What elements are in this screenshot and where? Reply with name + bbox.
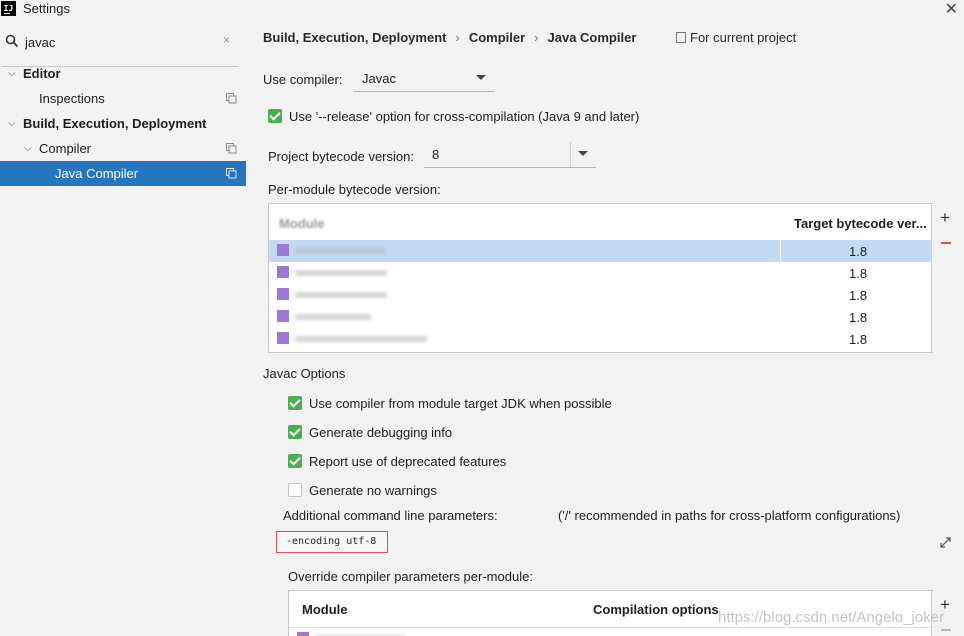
intellij-app-icon: IJ — [1, 1, 16, 16]
module-name — [295, 248, 385, 254]
sidebar-item-compiler[interactable]: ⌵ Compiler — [0, 136, 246, 161]
window-title: Settings — [23, 1, 70, 16]
table-row[interactable]: 1.8 — [269, 284, 932, 306]
use-compiler-value: Javac — [362, 71, 396, 86]
module-name — [295, 292, 387, 298]
chevron-down-icon[interactable]: ⌵ — [8, 111, 20, 136]
option-checkbox-deprecated[interactable] — [288, 454, 302, 468]
remove-icon[interactable] — [941, 629, 951, 631]
option-checkbox-module-jdk[interactable] — [288, 396, 302, 410]
column-divider — [780, 240, 781, 262]
module-icon — [277, 288, 289, 300]
option-label: Use compiler from module target JDK when… — [309, 396, 612, 411]
option-checkbox-no-warnings[interactable] — [288, 483, 302, 497]
sidebar-item-build-execution-deployment[interactable]: ⌵ Build, Execution, Deployment — [0, 111, 246, 136]
additional-params-hint: ('/' recommended in paths for cross-plat… — [558, 508, 901, 523]
table-row[interactable]: 1.8 — [269, 328, 932, 350]
search-input[interactable] — [25, 32, 215, 52]
release-option-label: Use '--release' option for cross-compila… — [289, 109, 640, 124]
dropdown-arrow-icon — [476, 75, 486, 80]
javac-options-heading: Javac Options — [263, 366, 346, 381]
project-scope-icon — [226, 143, 237, 154]
module-name — [295, 314, 371, 320]
sidebar-item-label: Compiler — [39, 141, 92, 156]
override-module-column-header[interactable]: Module — [302, 602, 348, 617]
expand-icon[interactable] — [939, 536, 952, 549]
module-table-toolbar: + — [931, 204, 960, 352]
module-name — [295, 270, 387, 276]
per-module-bytecode-table: Module Target bytecode ver... 1.8 1.8 1.… — [268, 203, 933, 353]
chevron-down-icon[interactable]: ⌵ — [24, 136, 36, 161]
module-icon — [277, 332, 289, 344]
module-icon — [277, 310, 289, 322]
project-scope-icon — [226, 168, 237, 179]
use-compiler-label: Use compiler: — [263, 72, 343, 87]
search-row: × — [0, 30, 246, 67]
add-icon[interactable]: + — [940, 209, 950, 226]
breadcrumb-item[interactable]: Compiler — [469, 30, 525, 45]
sidebar-item-editor[interactable]: ⌵ Editor — [0, 61, 246, 86]
title-bar: IJ Settings ✕ — [0, 0, 964, 19]
header-divider — [289, 627, 932, 628]
target-bytecode-value[interactable]: 1.8 — [849, 332, 867, 347]
settings-sidebar: × ⌵ Editor Inspections ⌵ Build, Executio… — [0, 19, 246, 636]
close-icon[interactable]: ✕ — [945, 0, 958, 19]
option-label: Generate debugging info — [309, 425, 453, 440]
override-params-label: Override compiler parameters per-module: — [288, 569, 533, 584]
target-bytecode-value[interactable]: 1.8 — [849, 288, 867, 303]
project-bytecode-value: 8 — [432, 147, 440, 162]
target-bytecode-value[interactable]: 1.8 — [849, 244, 867, 259]
table-row[interactable]: 1.8 — [269, 240, 932, 262]
module-icon — [277, 244, 289, 256]
clear-search-icon[interactable]: × — [223, 33, 230, 47]
module-column-header[interactable]: Module — [279, 216, 325, 231]
table-row[interactable]: 1.8 — [269, 306, 932, 328]
breadcrumb-separator: › — [455, 30, 460, 45]
per-module-label: Per-module bytecode version: — [268, 182, 441, 197]
target-bytecode-value[interactable]: 1.8 — [849, 266, 867, 281]
settings-content: Build, Execution, Deployment › Compiler › Ja… — [246, 19, 964, 636]
use-compiler-select[interactable]: Javac — [354, 66, 494, 92]
watermark: https://blog.csdn.net/Angelo_joker — [718, 609, 944, 626]
breadcrumb-separator: › — [534, 30, 539, 45]
module-icon — [277, 266, 289, 278]
chevron-down-icon[interactable]: ⌵ — [8, 61, 20, 86]
breadcrumb-item[interactable]: Build, Execution, Deployment — [263, 30, 446, 45]
sidebar-item-label: Inspections — [39, 91, 105, 106]
compilation-options-column-header[interactable]: Compilation options — [593, 602, 719, 617]
sidebar-item-inspections[interactable]: Inspections — [0, 86, 246, 111]
project-scope-icon — [226, 93, 237, 104]
project-scope-icon — [676, 32, 686, 43]
option-checkbox-debug-info[interactable] — [288, 425, 302, 439]
target-column-header[interactable]: Target bytecode ver... — [794, 216, 927, 231]
option-label: Generate no warnings — [309, 483, 437, 498]
target-bytecode-value[interactable]: 1.8 — [849, 310, 867, 325]
release-option-checkbox[interactable] — [268, 109, 282, 123]
sidebar-item-label: Java Compiler — [55, 166, 139, 181]
for-current-project-label: For current project — [676, 30, 796, 45]
dropdown-divider — [570, 142, 571, 167]
module-icon — [297, 632, 309, 636]
additional-params-input[interactable]: -encoding utf-8 — [276, 531, 388, 553]
search-icon — [5, 34, 19, 48]
project-bytecode-select[interactable]: 8 — [424, 142, 596, 168]
project-bytecode-label: Project bytecode version: — [268, 149, 414, 164]
breadcrumb-item: Java Compiler — [547, 30, 637, 45]
option-label: Report use of deprecated features — [309, 454, 507, 469]
sidebar-item-label: Build, Execution, Deployment — [23, 116, 207, 131]
sidebar-item-label: Editor — [23, 66, 61, 81]
dropdown-arrow-icon — [578, 151, 588, 156]
additional-params-label: Additional command line parameters: — [283, 508, 498, 523]
for-project-text: For current project — [690, 30, 797, 45]
sidebar-item-java-compiler[interactable]: Java Compiler — [0, 161, 246, 186]
table-row[interactable]: 1.8 — [269, 262, 932, 284]
breadcrumb: Build, Execution, Deployment › Compiler › Ja… — [263, 30, 636, 48]
remove-icon[interactable] — [941, 242, 951, 244]
module-name — [295, 336, 427, 342]
